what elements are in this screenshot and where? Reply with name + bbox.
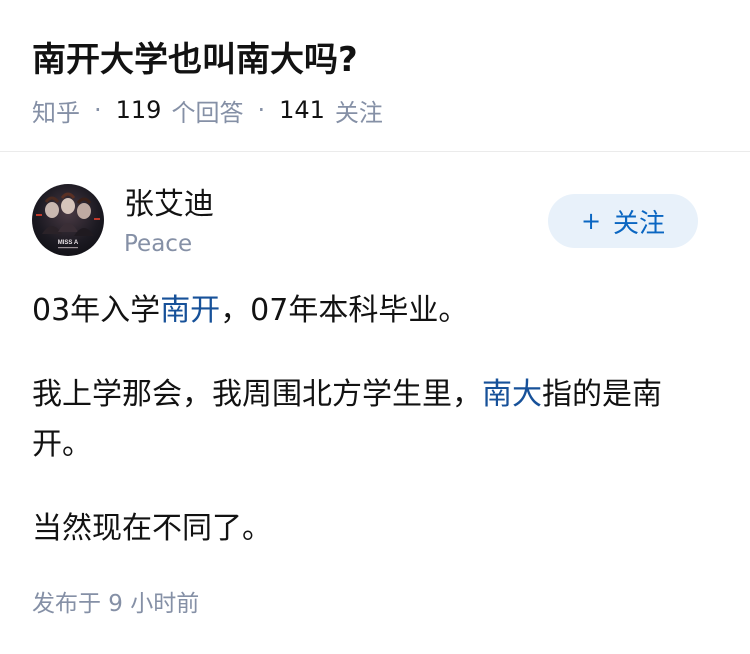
author-row: MISS A 张艾迪 Peace + 关注 [32,182,718,262]
author-name[interactable]: 张艾迪 [124,184,214,226]
plus-icon: + [580,207,602,235]
answer-count: 119 [115,96,162,124]
answer-text: ，07年本科毕业。 [220,293,469,328]
answer-paragraph-3: 当然现在不同了。 [32,511,272,546]
answer-paragraph-2: 我上学那会，我周围北方学生里，南大指的是南开。 [32,370,672,470]
answer-count-label: 个回答 [171,98,244,127]
follower-count-label: 关注 [334,98,383,127]
avatar[interactable]: MISS A [32,184,104,256]
meta-separator: · [94,96,102,124]
answer-paragraph-1: 03年入学南开，07年本科毕业。 [32,286,672,336]
meta-separator: · [257,96,266,124]
answer-text: 03年入学 [32,293,161,328]
question-meta: 知乎 · 119 个回答 · 141 关注 [32,92,383,128]
follower-count: 141 [279,96,325,124]
answer-body: 03年入学南开，07年本科毕业。 我上学那会，我周围北方学生里，南大指的是南开。… [32,286,672,554]
link-nanda[interactable]: 南大 [482,377,542,412]
source-label[interactable]: 知乎 [32,93,80,128]
follow-button-label: 关注 [613,208,666,239]
follow-button[interactable]: + 关注 [548,194,698,248]
author-bio: Peace [124,231,193,257]
answer-text: 我上学那会，我周围北方学生里， [32,377,482,412]
link-nankai[interactable]: 南开 [160,293,220,328]
question-title[interactable]: 南开大学也叫南大吗? [32,36,358,84]
avatar-photo-icon: MISS A [36,192,100,249]
question-header: 南开大学也叫南大吗? 知乎 · 119 个回答 · 141 关注 [0,0,750,152]
answer-timestamp[interactable]: 发布于 9 小时前 [32,586,199,622]
avatar-caption: MISS A [58,240,79,246]
